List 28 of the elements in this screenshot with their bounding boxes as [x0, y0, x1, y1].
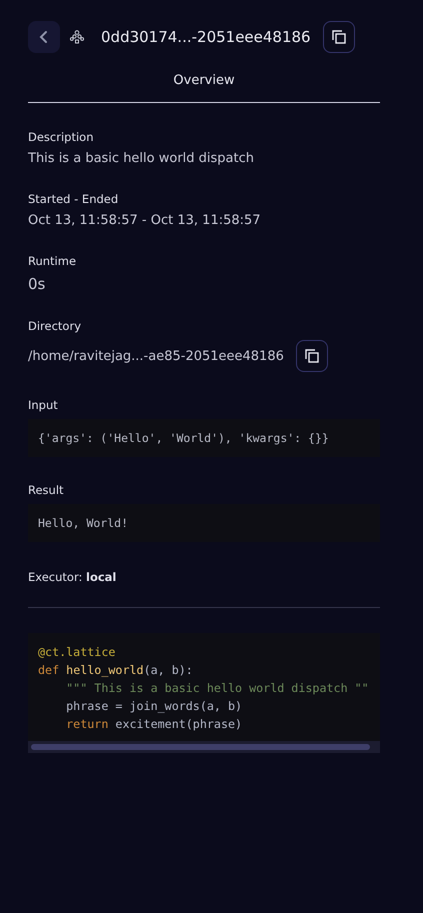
code-line: @ct.lattice: [38, 644, 116, 661]
copy-icon: [332, 30, 346, 44]
code-line: def hello_world(a, b):: [38, 662, 194, 679]
code-value: Hello, World!: [28, 504, 380, 542]
copy-icon: [304, 349, 319, 363]
executor-text: Executor: local: [28, 570, 118, 584]
field-value: 0s: [28, 275, 46, 293]
field-label: Description: [28, 130, 94, 144]
network-icon: [70, 30, 84, 44]
field-label: Directory: [28, 319, 82, 333]
chevron-left-icon: [38, 30, 50, 44]
directory-path: /home/ravitejag...-ae85-2051eee48186: [28, 348, 284, 364]
field-value: This is a basic hello world dispatch: [28, 151, 256, 166]
copy-button[interactable]: [296, 340, 328, 372]
overview-tab[interactable]: Overview: [28, 65, 380, 103]
dispatch-id-title: 0dd30174...-2051eee48186: [101, 28, 311, 46]
field-label: Started - Ended: [28, 192, 120, 206]
back-button[interactable]: [28, 21, 60, 53]
scrollbar[interactable]: [28, 741, 380, 753]
field-value: Oct 13, 11:58:57 - Oct 13, 11:58:57: [28, 213, 262, 228]
code-line: return excitement(phrase): [65, 716, 244, 733]
copy-button[interactable]: [322, 21, 355, 53]
field-label: Result: [28, 483, 65, 497]
field-label: Runtime: [28, 254, 78, 268]
code-line: """ This is a basic hello world dispatch "": [65, 680, 370, 697]
code-value: {'args': ('Hello', 'World'), 'kwargs': {}}: [28, 419, 380, 457]
field-label: Input: [28, 398, 59, 412]
code-line: phrase = join_words(a, b): [65, 698, 244, 715]
